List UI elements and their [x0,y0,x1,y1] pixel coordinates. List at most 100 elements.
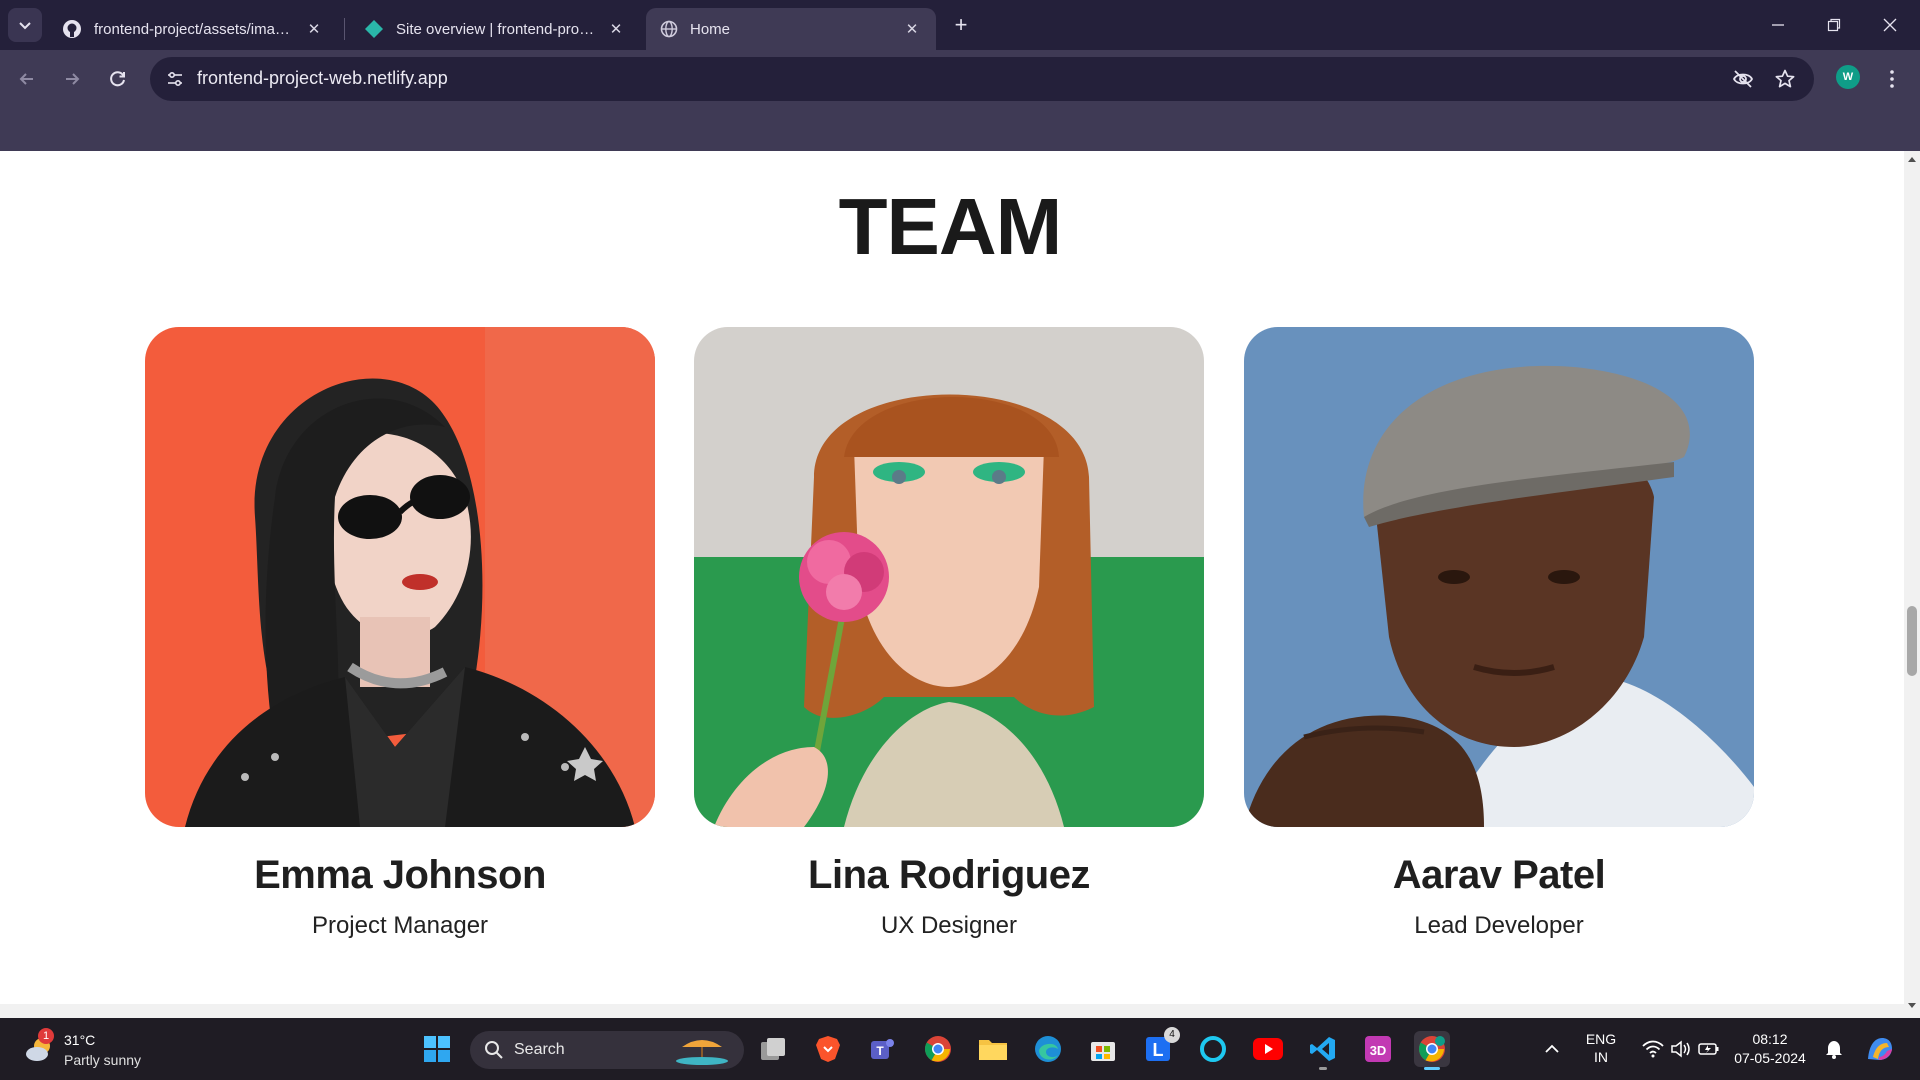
search-label: Search [514,1041,565,1058]
minimize-icon [1772,24,1784,26]
close-window-button[interactable] [1870,10,1910,40]
clock[interactable]: 08:12 07-05-2024 [1730,1030,1810,1068]
tab-home[interactable]: Home ✕ [646,8,936,50]
windows-taskbar: 1 31°C Partly sunny Search T L 4 3D ENG … [0,1018,1920,1080]
page-viewport: TEAM Emma Johnson Project Manager Lina R… [0,151,1904,1018]
copilot-button[interactable] [1862,1031,1898,1067]
svg-text:3D: 3D [1370,1043,1387,1058]
region-code: IN [1594,1049,1608,1065]
back-button[interactable] [12,64,42,94]
close-icon[interactable]: ✕ [304,20,324,38]
team-card: Emma Johnson Project Manager [145,327,655,940]
globe-icon [660,20,678,38]
start-button[interactable] [419,1031,455,1067]
chrome-icon [924,1036,951,1062]
close-icon[interactable]: ✕ [902,20,922,38]
bookmarks-strip [0,108,1920,151]
tab-github[interactable]: frontend-project/assets/images ✕ [48,8,338,50]
scroll-up-arrow-icon[interactable] [1904,155,1920,167]
url-text[interactable]: frontend-project-web.netlify.app [197,68,448,89]
notifications-button[interactable] [1816,1031,1852,1067]
tab-netlify[interactable]: Site overview | frontend-project ✕ [350,8,640,50]
close-icon[interactable]: ✕ [606,20,626,38]
file-explorer-button[interactable] [975,1031,1011,1067]
folder-icon [979,1040,1007,1060]
clock-time: 08:12 [1752,1031,1788,1047]
more-vert-icon [1890,70,1894,88]
address-bar[interactable]: frontend-project-web.netlify.app [150,57,1814,101]
weather-alert-badge: 1 [38,1028,54,1044]
brave-icon [816,1036,840,1062]
member-name: Lina Rodriguez [808,853,1090,897]
bookmark-star-icon[interactable] [1772,66,1798,92]
search-highlight-beach-icon [676,1040,728,1065]
vscode-icon [1310,1037,1335,1061]
chevron-up-icon [1545,1044,1559,1053]
teams-button[interactable]: T [864,1031,900,1067]
chrome-profile-button[interactable] [1414,1031,1450,1070]
loom-button[interactable]: L 4 [1140,1027,1180,1067]
microsoft-store-button[interactable] [1085,1031,1121,1067]
browser-menu-button[interactable] [1882,64,1902,94]
team-heading: TEAM [838,182,1063,271]
member-photo [694,327,1204,827]
member-photo [145,327,655,827]
member-role: Project Manager [311,912,489,939]
reload-button[interactable] [103,64,133,94]
github-icon [63,20,81,38]
member-role: Lead Developer [1414,912,1584,939]
cortana-icon [1200,1036,1226,1062]
member-photo [1244,327,1754,827]
scrollbar-thumb[interactable] [1907,606,1917,676]
3d-viewer-icon: 3D [1365,1036,1391,1062]
close-icon [1883,18,1897,32]
brave-browser-button[interactable] [810,1031,846,1067]
scroll-down-arrow-icon[interactable] [1904,1002,1920,1014]
cortana-button[interactable] [1195,1031,1231,1067]
member-name: Emma Johnson [254,853,546,897]
youtube-button[interactable] [1250,1031,1286,1067]
vscode-button[interactable] [1305,1031,1341,1070]
chrome-profile-icon [1418,1036,1445,1062]
member-role: UX Designer [880,912,1018,939]
bell-icon [1826,1041,1842,1059]
tab-title: Site overview | frontend-project [396,20,596,38]
restore-button[interactable] [1814,10,1854,40]
horizontal-scrollbar-track[interactable] [0,1004,1904,1018]
copilot-icon [1868,1038,1892,1060]
show-hidden-icons-button[interactable] [1534,1031,1570,1067]
youtube-icon [1253,1038,1283,1060]
tune-icon [168,71,182,87]
forward-button[interactable] [57,64,87,94]
3d-viewer-button[interactable]: 3D [1360,1031,1396,1067]
tab-title: frontend-project/assets/images [94,20,294,38]
chrome-button[interactable] [920,1031,956,1067]
member-photo-image [145,327,655,827]
new-tab-button[interactable]: + [948,12,974,38]
weather-temperature: 31°C [64,1032,96,1048]
tab-search-button[interactable] [8,8,42,42]
eye-off-icon[interactable] [1730,66,1756,92]
arrow-left-icon [19,73,33,85]
member-photo-image [694,327,1204,827]
language-indicator[interactable]: ENG IN [1578,1030,1624,1066]
team-card: Lina Rodriguez UX Designer [694,327,1204,940]
vertical-scrollbar[interactable] [1904,151,1920,1018]
tab-title: Home [690,20,731,38]
team-card: Aarav Patel Lead Developer [1244,327,1754,940]
svg-text:L: L [1153,1040,1164,1060]
profile-avatar[interactable]: W [1836,65,1860,89]
weather-widget[interactable]: 1 31°C Partly sunny [20,1028,180,1070]
battery-charging-icon [1698,1043,1719,1055]
minimize-button[interactable] [1758,10,1798,40]
edge-button[interactable] [1030,1031,1066,1067]
windows-start-icon [424,1036,450,1062]
chevron-down-icon [19,22,31,30]
tab-strip: frontend-project/assets/images ✕ Site ov… [0,0,1920,50]
clock-date: 07-05-2024 [1734,1050,1806,1066]
taskbar-search[interactable]: Search [470,1031,744,1069]
site-info-button[interactable] [160,64,190,94]
task-view-button[interactable] [755,1031,791,1067]
tab-separator [344,18,345,40]
quick-settings-button[interactable] [1636,1031,1726,1067]
